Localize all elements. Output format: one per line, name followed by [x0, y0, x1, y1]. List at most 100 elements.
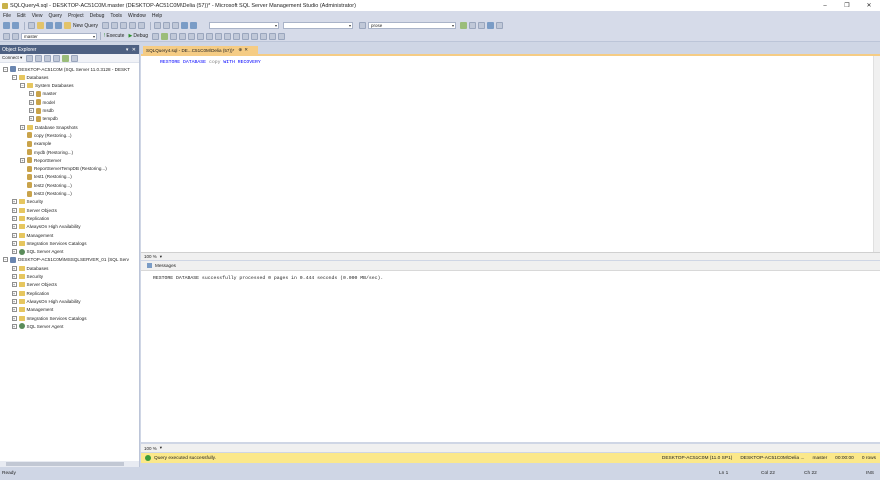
maximize-button[interactable]: ❐: [836, 0, 858, 11]
expand-icon[interactable]: +: [11, 265, 17, 271]
pin-icon[interactable]: ⊕: [238, 47, 242, 53]
expand-icon[interactable]: +: [28, 99, 34, 105]
execute-button[interactable]: ! Execute: [104, 33, 124, 39]
expand-icon[interactable]: +: [11, 290, 17, 296]
undo-icon[interactable]: [181, 22, 189, 29]
tree-node[interactable]: test1 (Restoring...): [20, 173, 72, 181]
menu-tools[interactable]: Tools: [110, 13, 122, 19]
tree-node[interactable]: + Security: [11, 273, 43, 281]
expand-icon[interactable]: +: [11, 224, 17, 230]
expand-icon[interactable]: +: [11, 240, 17, 246]
menu-project[interactable]: Project: [68, 13, 84, 19]
expand-icon[interactable]: +: [28, 108, 34, 113]
database-dropdown[interactable]: master ▾: [21, 32, 97, 40]
toolbar-options-icon[interactable]: [496, 22, 504, 29]
database-engine-query-icon[interactable]: [102, 22, 110, 29]
tree-node[interactable]: + model: [28, 98, 55, 106]
menu-view[interactable]: View: [32, 13, 43, 19]
object-explorer-window-buttons[interactable]: ▾ ✕: [126, 47, 137, 53]
back-icon[interactable]: [3, 22, 10, 29]
tree-node[interactable]: copy (Restoring...): [20, 131, 72, 139]
collapse-icon[interactable]: −: [20, 83, 25, 89]
query-editor[interactable]: RESTORE DATABASE copy WITH RECOVERY: [141, 54, 880, 252]
expand-icon[interactable]: +: [11, 282, 17, 288]
toolbox-icon[interactable]: [478, 22, 486, 29]
expand-icon[interactable]: +: [11, 323, 17, 329]
tree-node[interactable]: + Integration Services Catalogs: [11, 314, 87, 322]
tab-messages[interactable]: Messages: [141, 261, 880, 271]
dmx-query-icon[interactable]: [129, 22, 137, 29]
estimated-plan-icon[interactable]: [170, 32, 178, 40]
uncomment-icon[interactable]: [251, 32, 259, 40]
client-stats-icon[interactable]: [206, 32, 214, 40]
expand-icon[interactable]: +: [11, 298, 17, 304]
query-designer-icon[interactable]: [179, 32, 187, 40]
actual-plan-icon[interactable]: [197, 32, 205, 40]
save-all-icon[interactable]: [55, 22, 62, 29]
decrease-indent-icon[interactable]: [260, 32, 268, 40]
menu-window[interactable]: Window: [128, 13, 146, 19]
properties-icon[interactable]: [469, 22, 477, 29]
tree-node[interactable]: + SQL Server Agent: [11, 322, 63, 330]
tree-node[interactable]: test3 (Restoring...): [20, 190, 72, 198]
expand-icon[interactable]: +: [11, 249, 17, 255]
editor-vscrollbar[interactable]: [873, 56, 880, 252]
paste-icon[interactable]: [172, 22, 180, 29]
redo-icon[interactable]: [190, 22, 198, 29]
tree-node[interactable]: − Databases: [11, 73, 48, 81]
tree-node[interactable]: + tempdb: [28, 115, 58, 123]
increase-indent-icon[interactable]: [269, 32, 277, 40]
expand-icon[interactable]: +: [11, 207, 17, 213]
disconnect-server-icon[interactable]: [35, 54, 43, 62]
tree-node[interactable]: + Management: [11, 306, 53, 314]
forward-icon[interactable]: [12, 22, 19, 29]
collapse-icon[interactable]: −: [3, 66, 8, 72]
tree-node[interactable]: + AlwaysOn High Availability: [11, 297, 81, 305]
filter-icon[interactable]: [53, 54, 61, 62]
tree-node[interactable]: + Databases: [11, 264, 48, 272]
menu-debug[interactable]: Debug: [90, 13, 105, 19]
tree-node[interactable]: − DESKTOP-AC51C0M\MSSQLSERVER_01 (SQL Ser…: [3, 256, 129, 264]
find-combo[interactable]: prose ▾: [368, 22, 457, 29]
results-to-text-icon[interactable]: [215, 32, 223, 40]
menu-query[interactable]: Query: [48, 13, 62, 19]
xmla-query-icon[interactable]: [138, 22, 146, 29]
results-zoom-dropdown[interactable]: 100 %: [144, 446, 157, 451]
disconnect-icon[interactable]: [12, 32, 19, 40]
connect-dropdown[interactable]: Connect ▾: [2, 55, 22, 61]
chevron-down-icon[interactable]: ▾: [160, 445, 162, 451]
connect-icon[interactable]: [3, 32, 10, 40]
results-to-grid-icon[interactable]: [224, 32, 232, 40]
solution-explorer-icon[interactable]: [460, 22, 468, 29]
platform-dropdown[interactable]: ▾: [283, 22, 354, 29]
stop-icon[interactable]: [44, 54, 52, 62]
open-file-icon[interactable]: [37, 22, 44, 29]
tab-sqlquery4[interactable]: SQLQuery4.sql - DE...C51C0M\Delia (57))*…: [143, 46, 258, 54]
tree-node[interactable]: test2 (Restoring...): [20, 181, 72, 189]
tree-node[interactable]: + AlwaysOn High Availability: [11, 223, 81, 231]
results-to-file-icon[interactable]: [233, 32, 241, 40]
tree-node[interactable]: + SQL Server Agent: [11, 248, 63, 256]
expand-icon[interactable]: +: [11, 232, 17, 238]
expand-icon[interactable]: +: [20, 124, 25, 130]
cancel-query-icon[interactable]: [152, 32, 160, 40]
close-tab-icon[interactable]: ✕: [244, 47, 248, 53]
collapse-icon[interactable]: −: [11, 74, 17, 80]
menu-edit[interactable]: Edit: [17, 13, 26, 19]
tree-node[interactable]: + ReportServer: [20, 156, 61, 164]
expand-icon[interactable]: +: [28, 91, 34, 97]
expand-icon[interactable]: +: [28, 116, 34, 122]
intellisense-icon[interactable]: [188, 32, 196, 40]
tree-node[interactable]: + master: [28, 90, 57, 98]
expand-icon[interactable]: +: [11, 215, 17, 221]
analysis-query-icon[interactable]: [111, 22, 119, 29]
tree-node[interactable]: mydb (Restoring...): [20, 148, 73, 156]
chevron-down-icon[interactable]: ▾: [160, 254, 162, 260]
minimize-button[interactable]: –: [814, 0, 836, 11]
tree-node[interactable]: + Database Snapshots: [20, 123, 78, 131]
solution-config-dropdown[interactable]: ▾: [209, 22, 280, 29]
tree-node[interactable]: + Replication: [11, 289, 49, 297]
tree-node[interactable]: + Security: [11, 198, 43, 206]
close-button[interactable]: ✕: [858, 0, 880, 11]
template-explorer-icon[interactable]: [487, 22, 495, 29]
